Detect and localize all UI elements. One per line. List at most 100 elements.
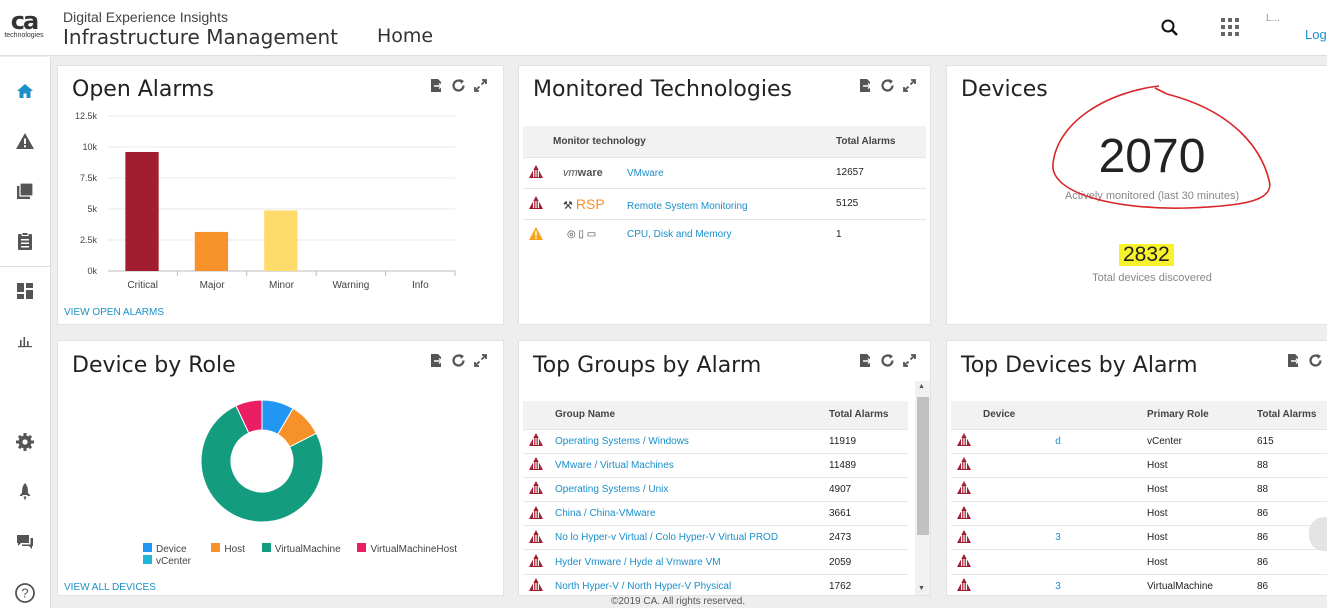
legend-device[interactable]: Device xyxy=(156,544,187,555)
y-tick-label: 12.5k xyxy=(75,111,98,121)
col-total-alarms[interactable]: Total Alarms xyxy=(836,126,926,157)
legend-virtualmachinehost[interactable]: VirtualMachineHost xyxy=(370,544,457,555)
table-row[interactable]: d vCenter 615 xyxy=(951,428,1327,454)
help-icon[interactable]: ? xyxy=(13,581,37,605)
table-row[interactable]: Operating Systems / Windows 11919 xyxy=(523,428,908,454)
table-row[interactable]: vmware VMware 12657 xyxy=(523,156,926,188)
col-total-alarms[interactable]: Total Alarms xyxy=(1257,401,1327,429)
card-tools xyxy=(429,78,488,93)
group-name-link[interactable]: Hyder Vmware / Hyde al Vmware VM xyxy=(555,549,829,575)
export-icon[interactable] xyxy=(858,353,873,368)
export-icon[interactable] xyxy=(1286,353,1301,368)
expand-icon[interactable] xyxy=(473,353,488,368)
refresh-icon[interactable] xyxy=(451,78,466,93)
device-name-link[interactable]: 3 xyxy=(983,573,1147,595)
group-name-link[interactable]: No lo Hyper-v Virtual / Colo Hyper-V Vir… xyxy=(555,525,829,550)
export-icon[interactable] xyxy=(429,78,444,93)
device-name-link[interactable]: 3 xyxy=(983,525,1147,550)
apps-grid-icon[interactable] xyxy=(1220,17,1240,37)
table-row[interactable]: Host 88 xyxy=(951,452,1327,478)
tech-name-link[interactable]: CPU, Disk and Memory xyxy=(627,229,731,240)
scroll-up-arrow[interactable]: ▲ xyxy=(918,383,925,390)
table-row[interactable]: China / China-VMware 3661 xyxy=(523,501,908,526)
alarm-count: 88 xyxy=(1257,452,1327,478)
tech-name-link[interactable]: Remote System Monitoring xyxy=(627,201,748,212)
bar-critical[interactable] xyxy=(125,151,159,271)
discovered-device-count[interactable]: 2832 xyxy=(1119,244,1174,266)
group-name-link[interactable]: Operating Systems / Unix xyxy=(555,476,829,502)
expand-icon[interactable] xyxy=(473,78,488,93)
group-name-link[interactable]: North Hyper-V / North Hyper-V Physical xyxy=(555,573,829,595)
x-category-label: Info xyxy=(412,280,429,291)
group-name-link[interactable]: Operating Systems / Windows xyxy=(555,428,829,454)
refresh-icon[interactable] xyxy=(880,353,895,368)
refresh-icon[interactable] xyxy=(1308,353,1323,368)
devices-title: Devices xyxy=(961,77,1048,102)
scrollbar-thumb[interactable] xyxy=(917,397,929,535)
gear-icon[interactable] xyxy=(13,430,37,454)
expand-icon[interactable] xyxy=(902,353,917,368)
expand-icon[interactable] xyxy=(902,78,917,93)
device-name-link[interactable]: d xyxy=(983,428,1147,454)
legend-vcenter[interactable]: vCenter xyxy=(156,556,191,567)
critical-alarm-icon xyxy=(529,195,543,209)
table-row[interactable]: Host 86 xyxy=(951,501,1327,526)
device-name-link[interactable] xyxy=(983,452,1147,478)
refresh-icon[interactable] xyxy=(451,353,466,368)
legend-host[interactable]: Host xyxy=(224,544,245,555)
refresh-icon[interactable] xyxy=(880,78,895,93)
bar-major[interactable] xyxy=(194,231,229,271)
critical-alarm-icon xyxy=(529,505,543,519)
device-name-link[interactable] xyxy=(983,501,1147,526)
device-name-link[interactable] xyxy=(983,476,1147,502)
red-circle-annotation xyxy=(1052,85,1271,209)
table-row[interactable]: Operating Systems / Unix 4907 xyxy=(523,476,908,502)
col-primary-role[interactable]: Primary Role xyxy=(1147,401,1257,429)
legend-virtualmachine[interactable]: VirtualMachine xyxy=(275,544,341,555)
table-row[interactable]: Hyder Vmware / Hyde al Vmware VM 2059 xyxy=(523,549,908,575)
legend-swatch xyxy=(357,543,367,552)
ca-logo[interactable]: ca technologies xyxy=(4,9,44,39)
top-devices-table: Device Primary Role Total Alarms d vCente… xyxy=(951,401,1327,595)
table-row[interactable]: 3 VirtualMachine 86 xyxy=(951,573,1327,595)
rocket-icon[interactable] xyxy=(13,480,37,504)
critical-alarm-icon xyxy=(957,457,971,471)
table-row[interactable]: 3 Host 86 xyxy=(951,525,1327,550)
vertical-scrollbar[interactable]: ▲ ▼ xyxy=(915,381,930,595)
table-row[interactable]: VMware / Virtual Machines 11489 xyxy=(523,452,908,478)
group-name-link[interactable]: China / China-VMware xyxy=(555,501,829,526)
logout-link[interactable]: Log xyxy=(1305,27,1327,42)
table-row[interactable]: Host 88 xyxy=(951,476,1327,502)
chart-icon[interactable] xyxy=(13,329,37,353)
scroll-down-arrow[interactable]: ▼ xyxy=(918,585,925,592)
col-device[interactable]: Device xyxy=(983,401,1147,429)
col-monitor-technology[interactable]: Monitor technology xyxy=(553,126,836,157)
col-group-name[interactable]: Group Name xyxy=(555,401,829,429)
table-row[interactable]: Host 86 xyxy=(951,549,1327,575)
top-header: ca technologies Digital Experience Insig… xyxy=(0,0,1327,56)
table-row[interactable]: No lo Hyper-v Virtual / Colo Hyper-V Vir… xyxy=(523,525,908,550)
tech-name-link[interactable]: VMware xyxy=(627,168,664,179)
search-icon[interactable] xyxy=(1160,18,1180,38)
logo-subtext: technologies xyxy=(4,32,44,39)
export-icon[interactable] xyxy=(858,78,873,93)
inventory-icon[interactable] xyxy=(13,179,37,203)
view-open-alarms-link[interactable]: VIEW OPEN ALARMS xyxy=(64,307,164,318)
chat-icon[interactable] xyxy=(13,530,37,554)
group-name-link[interactable]: VMware / Virtual Machines xyxy=(555,452,829,478)
bar-minor[interactable] xyxy=(264,210,298,271)
home-icon[interactable] xyxy=(13,79,37,103)
cpu-disk-memory-icons: ◎ ▯ ▭ xyxy=(567,229,597,241)
table-row[interactable]: ⚒ RSP Remote System Monitoring 5125 xyxy=(523,187,926,219)
col-total-alarms[interactable]: Total Alarms xyxy=(829,401,908,429)
view-all-devices-link[interactable]: VIEW ALL DEVICES xyxy=(64,582,156,593)
dashboard-icon[interactable] xyxy=(13,279,37,303)
open-alarms-bar-chart: 0k 2.5k 5k 7.5k 10k 12.5k Critical Major Minor Wa… xyxy=(75,111,456,291)
alarm-icon[interactable] xyxy=(13,129,37,153)
device-name-link[interactable] xyxy=(983,549,1147,575)
table-row[interactable]: ◎ ▯ ▭ CPU, Disk and Memory 1 xyxy=(523,218,926,250)
critical-alarm-icon xyxy=(529,481,543,495)
table-row[interactable]: North Hyper-V / North Hyper-V Physical 17… xyxy=(523,573,908,595)
export-icon[interactable] xyxy=(429,353,444,368)
report-icon[interactable] xyxy=(13,229,37,253)
